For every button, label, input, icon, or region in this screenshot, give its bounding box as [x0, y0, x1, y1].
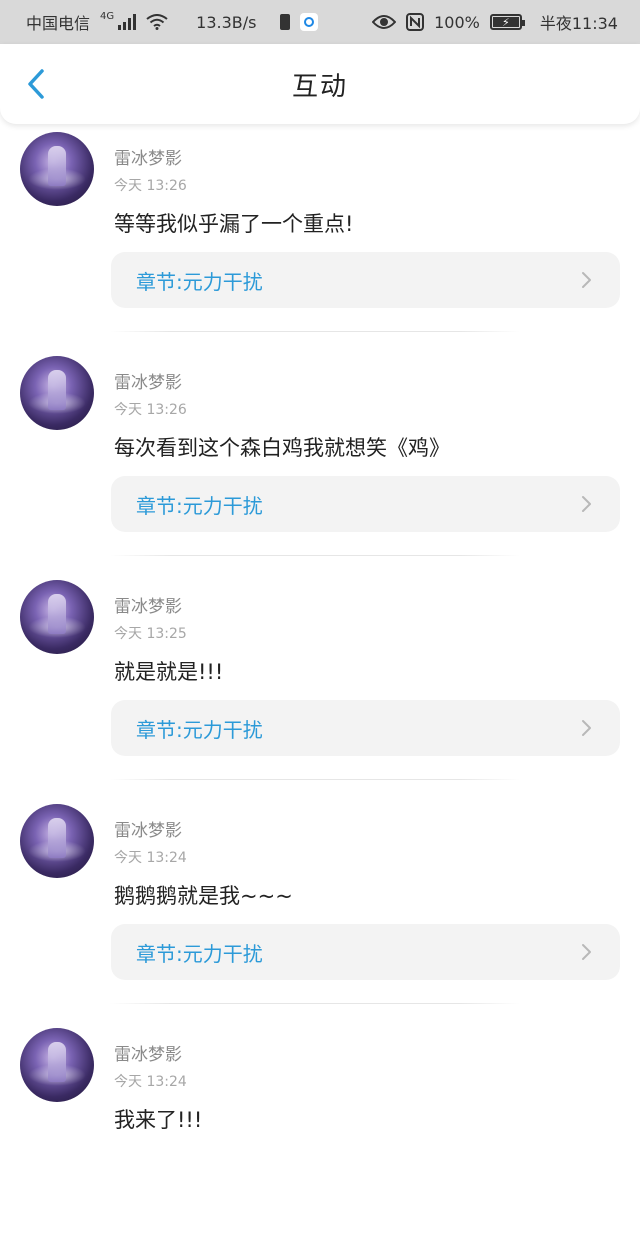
comment-text: 鹅鹅鹅就是我~~~: [114, 884, 293, 908]
chevron-right-icon: [582, 944, 591, 960]
status-bar-right: 100% ⚡ 半夜11:34: [372, 10, 618, 34]
clock: 半夜11:34: [539, 14, 618, 33]
battery-percent: 100%: [434, 12, 480, 32]
nfc-icon: [406, 13, 425, 31]
list-item: 雷冰梦影 今天 13:26 每次看到这个森白鸡我就想笑《鸡》 章节:元力干扰: [0, 348, 640, 572]
divider: [110, 1003, 520, 1004]
timestamp: 今天 13:24: [114, 850, 187, 866]
user-name[interactable]: 雷冰梦影: [114, 592, 182, 617]
chevron-left-icon: [28, 69, 44, 99]
interaction-feed: 雷冰梦影 今天 13:26 等等我似乎漏了一个重点! 章节:元力干扰 雷冰梦影 …: [0, 124, 640, 1244]
comment-text: 我来了!!!: [114, 1108, 203, 1132]
back-button[interactable]: [18, 66, 54, 102]
carrier-label: 中国电信: [26, 14, 91, 33]
chapter-label: 章节:元力干扰: [136, 941, 263, 966]
list-item: 雷冰梦影 今天 13:26 等等我似乎漏了一个重点! 章节:元力干扰: [0, 124, 640, 348]
eye-icon: [372, 14, 397, 30]
comment-text: 每次看到这个森白鸡我就想笑《鸡》: [114, 436, 450, 460]
chapter-link[interactable]: 章节:元力干扰: [111, 924, 620, 980]
chapter-label: 章节:元力干扰: [136, 493, 263, 518]
status-bar: 中国电信 4G 13.3B/s 100% ⚡ 半夜11:34: [0, 0, 640, 44]
chevron-right-icon: [582, 272, 591, 288]
avatar[interactable]: [20, 804, 94, 878]
chapter-link[interactable]: 章节:元力干扰: [111, 252, 620, 308]
timestamp: 今天 13:24: [114, 1074, 187, 1090]
divider: [110, 555, 520, 556]
user-name[interactable]: 雷冰梦影: [114, 1040, 182, 1065]
network-type: 4G: [100, 10, 115, 22]
user-name[interactable]: 雷冰梦影: [114, 816, 182, 841]
timestamp: 今天 13:25: [114, 626, 187, 642]
page-title: 互动: [291, 71, 348, 102]
wifi-icon: [146, 14, 168, 30]
list-item: 雷冰梦影 今天 13:24 我来了!!!: [0, 1020, 640, 1244]
chevron-right-icon: [582, 720, 591, 736]
avatar[interactable]: [20, 580, 94, 654]
comment-text: 等等我似乎漏了一个重点!: [114, 212, 354, 236]
list-item: 雷冰梦影 今天 13:24 鹅鹅鹅就是我~~~ 章节:元力干扰: [0, 796, 640, 1020]
chapter-link[interactable]: 章节:元力干扰: [111, 476, 620, 532]
battery-icon: ⚡: [489, 14, 525, 30]
divider: [110, 331, 520, 332]
timestamp: 今天 13:26: [114, 402, 187, 418]
status-bar-left: 中国电信 4G 13.3B/s: [26, 10, 319, 34]
chapter-link[interactable]: 章节:元力干扰: [111, 700, 620, 756]
timestamp: 今天 13:26: [114, 178, 187, 194]
chapter-label: 章节:元力干扰: [136, 269, 263, 294]
divider: [110, 779, 520, 780]
avatar[interactable]: [20, 356, 94, 430]
network-speed: 13.3B/s: [196, 12, 257, 32]
avatar[interactable]: [20, 1028, 94, 1102]
sim-card-icon: [280, 14, 291, 30]
user-name[interactable]: 雷冰梦影: [114, 368, 182, 393]
avatar[interactable]: [20, 132, 94, 206]
chevron-right-icon: [582, 496, 591, 512]
list-item: 雷冰梦影 今天 13:25 就是就是!!! 章节:元力干扰: [0, 572, 640, 796]
signal-icon: [118, 14, 137, 30]
page-header: 互动: [0, 44, 640, 124]
app-notification-icon: [300, 13, 319, 31]
comment-text: 就是就是!!!: [114, 660, 224, 684]
chapter-label: 章节:元力干扰: [136, 717, 263, 742]
user-name[interactable]: 雷冰梦影: [114, 144, 182, 169]
